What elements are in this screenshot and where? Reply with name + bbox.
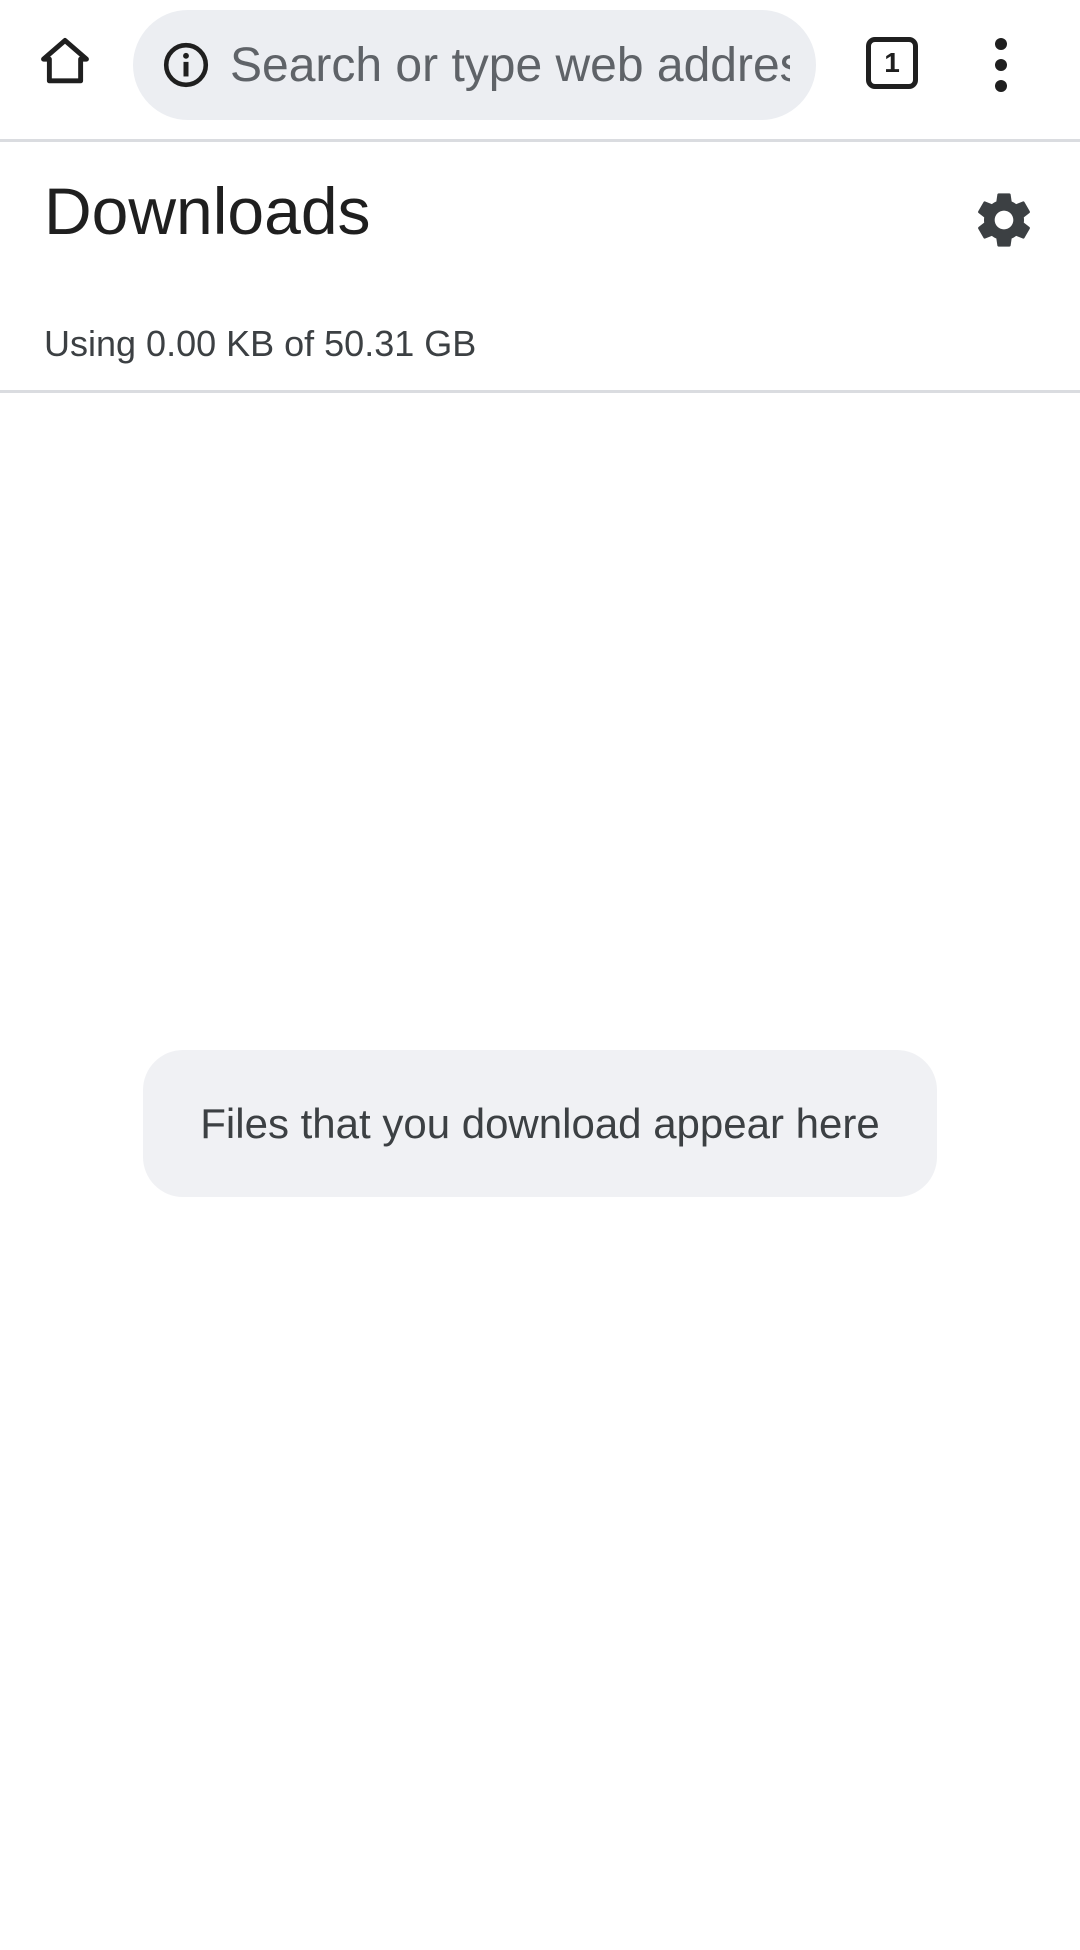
tab-switcher-button[interactable]: 1 [862,33,922,93]
empty-state-message: Files that you download appear here [200,1099,880,1147]
empty-state-card: Files that you download appear here [143,1050,937,1197]
browser-toolbar: 1 [0,0,1080,142]
search-input[interactable] [230,10,790,120]
home-icon [41,38,89,84]
info-icon[interactable] [161,40,211,90]
gear-icon[interactable] [972,188,1036,252]
page-title: Downloads [44,174,371,248]
divider [0,390,1080,393]
tab-count: 1 [866,37,918,89]
omnibox[interactable] [133,10,816,120]
storage-usage-text: Using 0.00 KB of 50.31 GB [44,323,477,364]
more-vert-icon[interactable] [976,30,1026,100]
home-button[interactable] [30,26,100,96]
downloads-page: 1 Downloads Using 0.00 KB of 50.31 GB Fi… [0,0,1080,1950]
